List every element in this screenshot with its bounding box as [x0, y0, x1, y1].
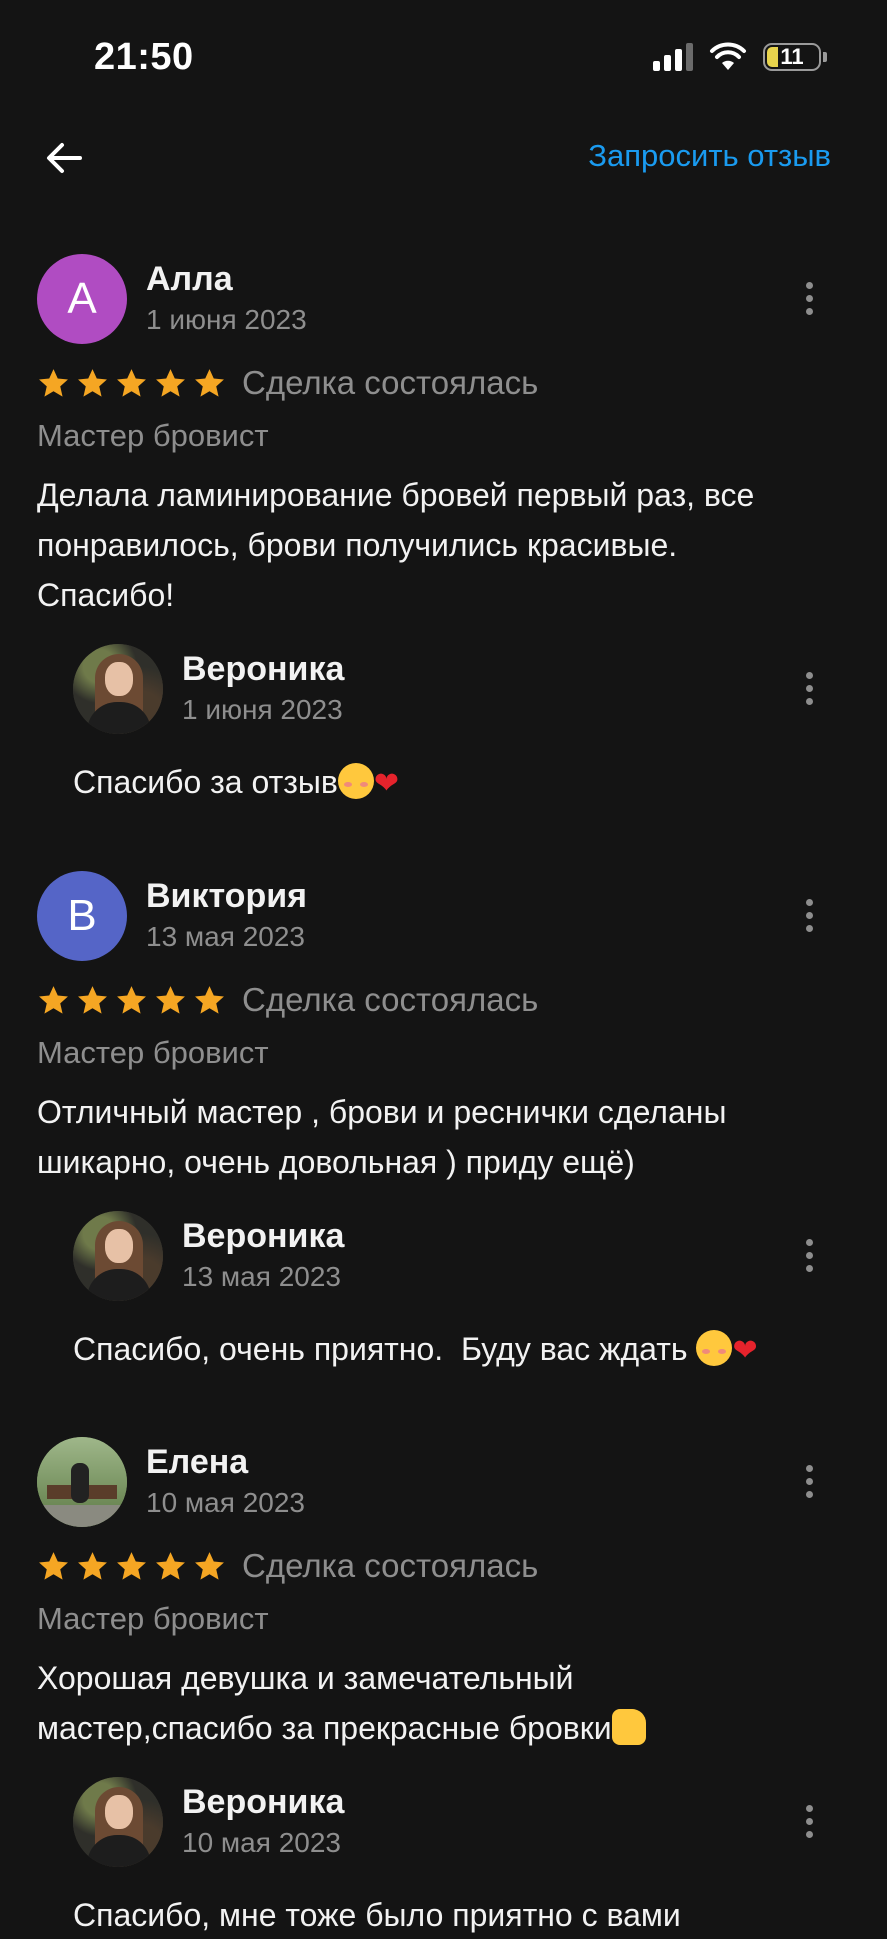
reply-text-content: Спасибо, очень приятно. Буду вас ждать	[73, 1331, 697, 1367]
more-options-button[interactable]	[789, 885, 829, 945]
reply-avatar	[73, 644, 163, 734]
reply-more-options-button[interactable]	[789, 1225, 829, 1285]
reply-more-options-button[interactable]	[789, 658, 829, 718]
star-icon	[156, 1551, 185, 1580]
star-icon	[156, 368, 185, 397]
review-text: Отличный мастер , брови и реснички сдела…	[37, 1087, 847, 1187]
review-date: 13 мая 2023	[146, 921, 305, 952]
review-text-line: Делала ламинирование бровей первый раз, …	[37, 477, 755, 513]
reply-text-content: Спасибо за отзыв	[73, 764, 338, 800]
smiling-face-with-hearts-icon	[337, 763, 374, 799]
star-icon	[78, 985, 107, 1014]
request-review-button[interactable]: Запросить отзыв	[588, 138, 831, 174]
star-icon	[117, 368, 146, 397]
star-icon	[195, 985, 224, 1014]
battery-icon: 11	[763, 43, 827, 71]
star-icon	[39, 1551, 68, 1580]
service-label: Мастер бровист	[37, 1035, 269, 1070]
avatar	[37, 1437, 127, 1527]
reply-author-name: Вероника	[182, 1217, 345, 1255]
star-icon	[39, 368, 68, 397]
avatar-letter: А	[67, 274, 97, 323]
rating-stars: Сделка состоялась	[37, 364, 538, 402]
star-icon	[117, 985, 146, 1014]
back-button[interactable]	[40, 134, 88, 182]
star-icon	[78, 1551, 107, 1580]
reply-author-name: Вероника	[182, 650, 345, 688]
reply-date: 1 июня 2023	[182, 694, 343, 725]
star-icon	[117, 1551, 146, 1580]
deal-status: Сделка состоялась	[242, 364, 539, 401]
author-name: Елена	[146, 1443, 249, 1481]
review-text-line: Спасибо!	[37, 577, 175, 613]
signal-icon	[653, 43, 693, 71]
battery-level: 11	[780, 44, 804, 69]
smiling-face-with-hearts-icon	[696, 1330, 733, 1366]
star-icon	[195, 1551, 224, 1580]
star-icon	[156, 985, 185, 1014]
reply-text-content: Спасибо, мне тоже было приятно с вами	[73, 1897, 681, 1933]
review-date: 10 мая 2023	[146, 1487, 305, 1518]
deal-status: Сделка состоялась	[242, 981, 539, 1018]
rating-stars: Сделка состоялась	[37, 1547, 538, 1585]
reply-text: Спасибо за отзыв ❤	[73, 758, 399, 808]
author-name: Алла	[146, 260, 233, 298]
thumbs-up-icon	[611, 1709, 646, 1745]
red-heart-icon: ❤	[373, 766, 400, 801]
deal-status: Сделка состоялась	[242, 1547, 539, 1584]
top-nav: Запросить отзыв	[0, 120, 887, 192]
status-time: 21:50	[94, 36, 194, 78]
arrow-left-icon	[47, 143, 82, 173]
review-text: Делала ламинирование бровей первый раз, …	[37, 470, 847, 620]
review-text-line: понравилось, брови получились красивые.	[37, 527, 678, 563]
red-heart-icon: ❤	[732, 1333, 758, 1368]
reply-text: Спасибо, очень приятно. Буду вас ждать ❤	[73, 1325, 758, 1375]
avatar: В	[37, 871, 127, 961]
review-date: 1 июня 2023	[146, 304, 307, 335]
reply-more-options-button[interactable]	[789, 1791, 829, 1851]
status-icons: 11	[653, 42, 827, 72]
avatar-letter: В	[67, 891, 97, 940]
star-icon	[195, 368, 224, 397]
review-text-line: шикарно, очень довольная ) приду ещё)	[37, 1144, 635, 1180]
status-bar: 21:50 11	[0, 0, 887, 120]
review-text: Хорошая девушка и замечательный мастер,с…	[37, 1653, 847, 1753]
star-icon	[78, 368, 107, 397]
star-icon	[39, 985, 68, 1014]
reply-avatar	[73, 1777, 163, 1867]
service-label: Мастер бровист	[37, 1601, 269, 1636]
review-text-line: Отличный мастер , брови и реснички сдела…	[37, 1094, 727, 1130]
service-label: Мастер бровист	[37, 418, 269, 453]
rating-stars: Сделка состоялась	[37, 981, 538, 1019]
reply-date: 13 мая 2023	[182, 1261, 341, 1292]
more-options-button[interactable]	[789, 268, 829, 328]
review-text-line: мастер,спасибо за прекрасные бровки	[37, 1710, 612, 1746]
wifi-icon	[710, 42, 746, 70]
reply-text: Спасибо, мне тоже было приятно с вами	[73, 1891, 681, 1939]
avatar: А	[37, 254, 127, 344]
author-name: Виктория	[146, 877, 307, 915]
reply-avatar	[73, 1211, 163, 1301]
reply-author-name: Вероника	[182, 1783, 345, 1821]
review-text-line: Хорошая девушка и замечательный	[37, 1660, 574, 1696]
reply-date: 10 мая 2023	[182, 1827, 341, 1858]
more-options-button[interactable]	[789, 1451, 829, 1511]
